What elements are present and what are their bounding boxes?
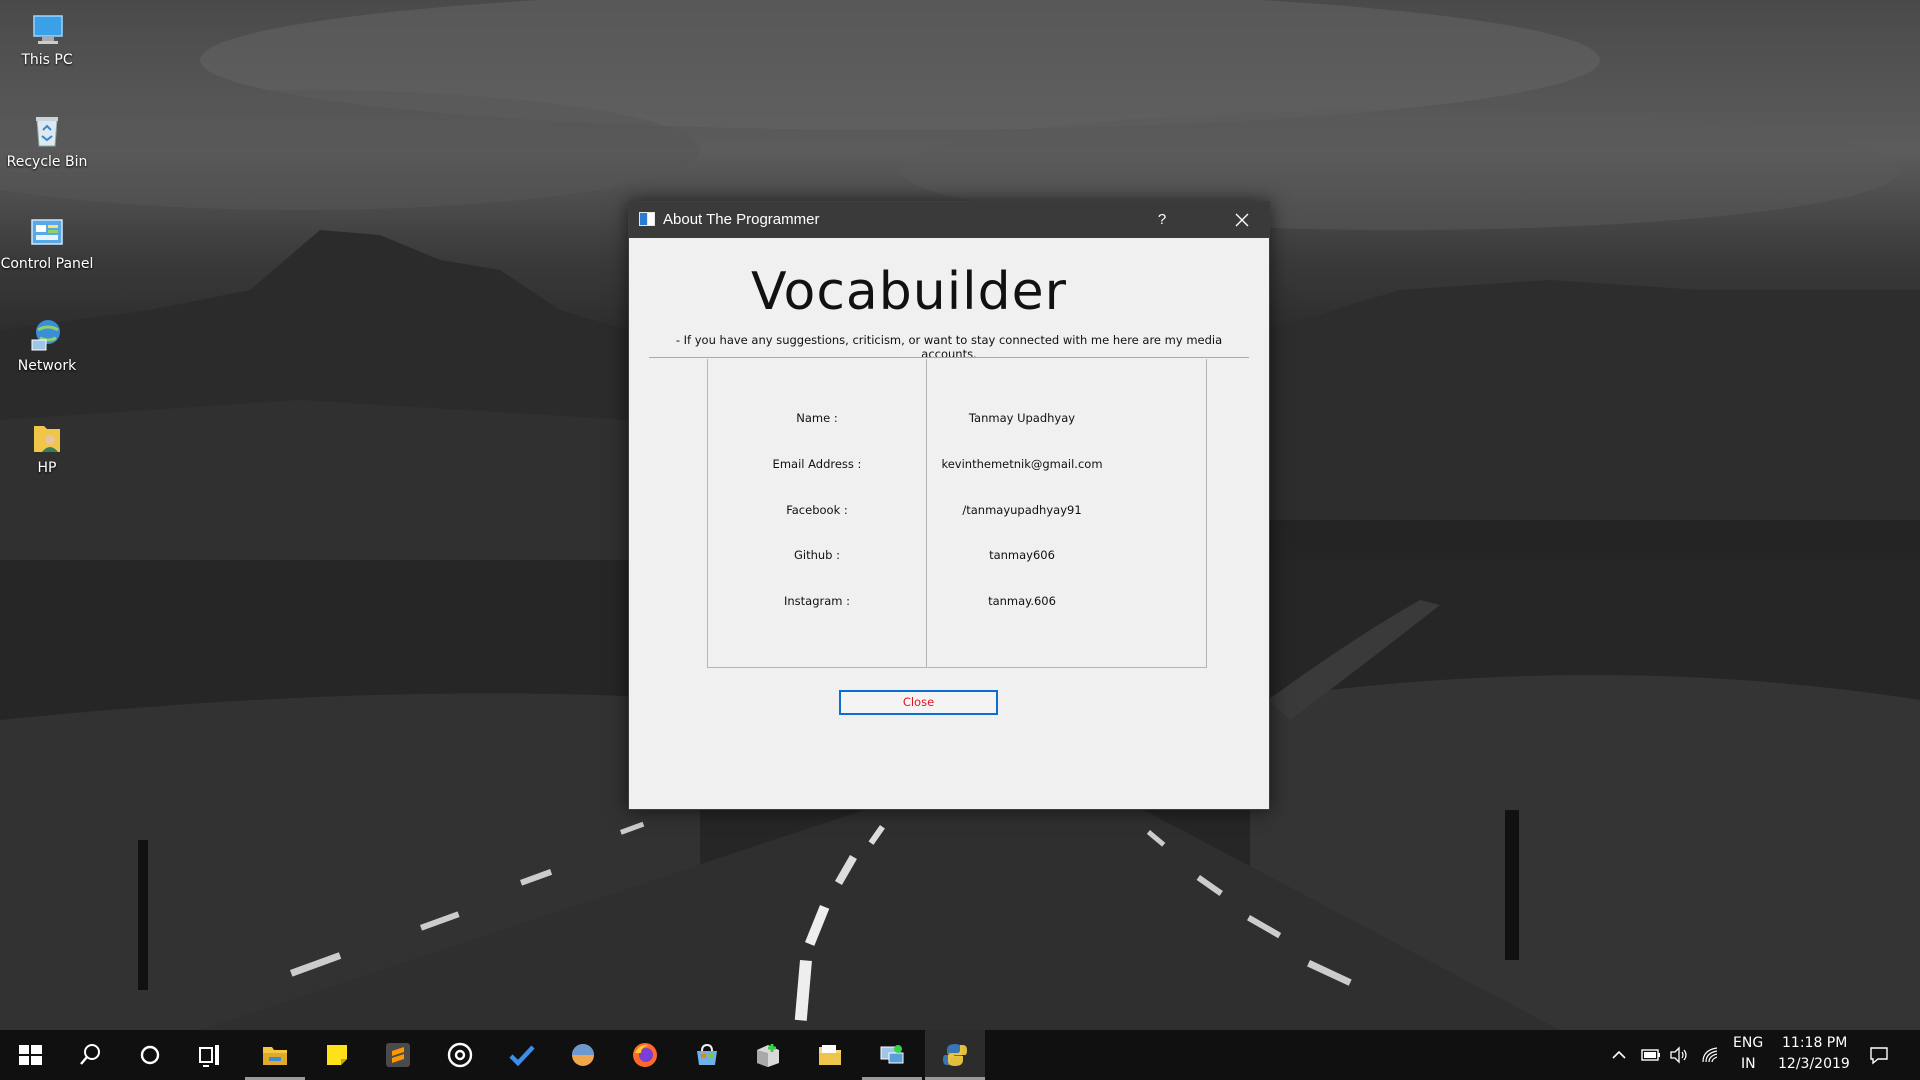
- taskbar-store[interactable]: [677, 1030, 737, 1080]
- start-button[interactable]: [0, 1030, 60, 1080]
- desktop: This PC Recycle Bin Control Panel Networ…: [0, 0, 1920, 1080]
- email-label: Email Address :: [772, 457, 862, 471]
- network-icon: [31, 320, 60, 351]
- store-icon: [697, 1043, 717, 1065]
- battery-icon[interactable]: [1640, 1045, 1662, 1065]
- desktop-icon-hp[interactable]: HP: [0, 418, 94, 476]
- name-label: Name :: [796, 411, 838, 425]
- desktop-icon-label: Recycle Bin: [6, 154, 88, 170]
- firefox-icon: [633, 1043, 657, 1067]
- todo-icon: [509, 1045, 535, 1067]
- sticky-notes-icon: [327, 1045, 347, 1065]
- cortana-icon: [140, 1045, 160, 1065]
- info-table: Name : Tanmay Upadhyay Email Address : k…: [707, 359, 1207, 668]
- show-hidden-icons-chevron-icon[interactable]: [1610, 1046, 1628, 1064]
- close-icon: [1235, 213, 1249, 227]
- dialog-title: About The Programmer: [663, 211, 820, 228]
- sublime-text-icon: [386, 1043, 410, 1067]
- desktop-icon-label: This PC: [21, 52, 73, 68]
- desktop-icon-label: HP: [37, 460, 57, 476]
- computer-icon: [33, 15, 63, 44]
- taskbar-network-settings[interactable]: [862, 1030, 922, 1080]
- volume-icon[interactable]: [1668, 1045, 1690, 1065]
- recycle-bin-icon: [36, 117, 58, 147]
- python-icon: [943, 1044, 967, 1066]
- desktop-icon-this-pc[interactable]: This PC: [0, 10, 94, 68]
- email-value: kevinthemetnik@gmail.com: [941, 457, 1103, 471]
- file-explorer-icon: [263, 1047, 287, 1065]
- app-title: Vocabuilder: [750, 262, 1068, 322]
- taskbar-todo[interactable]: [492, 1030, 552, 1080]
- name-value: Tanmay Upadhyay: [968, 411, 1076, 425]
- wifi-icon[interactable]: [1700, 1045, 1722, 1065]
- blender-icon: [572, 1044, 594, 1066]
- file-manager-icon: [819, 1045, 841, 1065]
- window-app-icon: [639, 212, 655, 226]
- taskbar-app-installer[interactable]: [738, 1030, 798, 1080]
- taskbar-sticky-notes[interactable]: [307, 1030, 367, 1080]
- network-settings-icon: [880, 1045, 904, 1064]
- taskbar-blender[interactable]: [553, 1030, 613, 1080]
- github-label: Github :: [793, 548, 841, 562]
- language-indicator[interactable]: ENG: [1733, 1035, 1763, 1051]
- desktop-icon-control-panel[interactable]: Control Panel: [0, 214, 94, 272]
- github-value: tanmay606: [989, 548, 1055, 562]
- separator: [649, 357, 1249, 358]
- groove-music-icon: [447, 1042, 473, 1068]
- action-center-icon[interactable]: [1868, 1044, 1890, 1066]
- desktop-icon-label: Control Panel: [0, 256, 94, 272]
- taskbar-file-explorer[interactable]: [245, 1030, 305, 1080]
- desktop-icon-network[interactable]: Network: [0, 316, 94, 374]
- desktop-icon-recycle-bin[interactable]: Recycle Bin: [0, 112, 94, 170]
- control-panel-icon: [31, 219, 63, 245]
- facebook-label: Facebook :: [786, 503, 848, 517]
- search-icon: [80, 1044, 100, 1065]
- instagram-value: tanmay.606: [988, 594, 1056, 608]
- taskbar-file-manager[interactable]: [800, 1030, 860, 1080]
- taskbar-python[interactable]: [925, 1030, 985, 1080]
- taskbar-groove-music[interactable]: [430, 1030, 490, 1080]
- language-region: IN: [1741, 1056, 1756, 1072]
- task-view-icon: [199, 1045, 219, 1067]
- instagram-label: Instagram :: [783, 594, 851, 608]
- clock-date[interactable]: 12/3/2019: [1778, 1056, 1850, 1072]
- about-dialog: About The Programmer ? Vocabuilder - If …: [628, 201, 1270, 810]
- user-folder-icon: [34, 426, 60, 452]
- taskbar-firefox[interactable]: [615, 1030, 675, 1080]
- app-installer-icon: [757, 1044, 779, 1067]
- dialog-titlebar[interactable]: About The Programmer ?: [629, 202, 1269, 238]
- taskbar-sublime-text[interactable]: [368, 1030, 428, 1080]
- help-button[interactable]: ?: [1139, 202, 1185, 238]
- taskbar: ENG IN 11:18 PM 12/3/2019: [0, 1030, 1920, 1080]
- search-button[interactable]: [60, 1030, 120, 1080]
- start-icon: [19, 1045, 42, 1065]
- clock-time[interactable]: 11:18 PM: [1782, 1035, 1847, 1051]
- window-close-button[interactable]: [1215, 202, 1269, 238]
- facebook-value: /tanmayupadhyay91: [962, 503, 1082, 517]
- close-button[interactable]: Close: [839, 690, 998, 715]
- desktop-icon-label: Network: [17, 358, 77, 374]
- cortana-button[interactable]: [120, 1030, 180, 1080]
- task-view-button[interactable]: [180, 1030, 240, 1080]
